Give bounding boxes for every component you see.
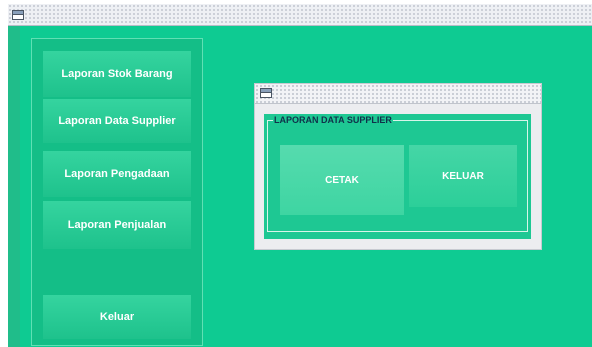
keluar-button[interactable]: Keluar — [43, 295, 191, 339]
window-icon — [260, 88, 272, 98]
laporan-stok-barang-button[interactable]: Laporan Stok Barang — [43, 51, 191, 97]
laporan-pengadaan-button[interactable]: Laporan Pengadaan — [43, 151, 191, 197]
cetak-button[interactable]: CETAK — [280, 145, 404, 215]
left-edge-strip — [8, 26, 20, 347]
laporan-data-supplier-button[interactable]: Laporan Data Supplier — [43, 99, 191, 143]
dialog-content: LAPORAN DATA SUPPLIER CETAK KELUAR — [264, 114, 531, 239]
keluar-dialog-button[interactable]: KELUAR — [409, 145, 517, 207]
laporan-penjualan-button[interactable]: Laporan Penjualan — [43, 201, 191, 249]
main-window-titlebar[interactable] — [8, 4, 592, 26]
group-title: LAPORAN DATA SUPPLIER — [273, 114, 393, 126]
window-icon — [12, 10, 24, 20]
report-dialog: LAPORAN DATA SUPPLIER CETAK KELUAR — [254, 83, 542, 250]
dialog-titlebar[interactable] — [255, 84, 541, 104]
